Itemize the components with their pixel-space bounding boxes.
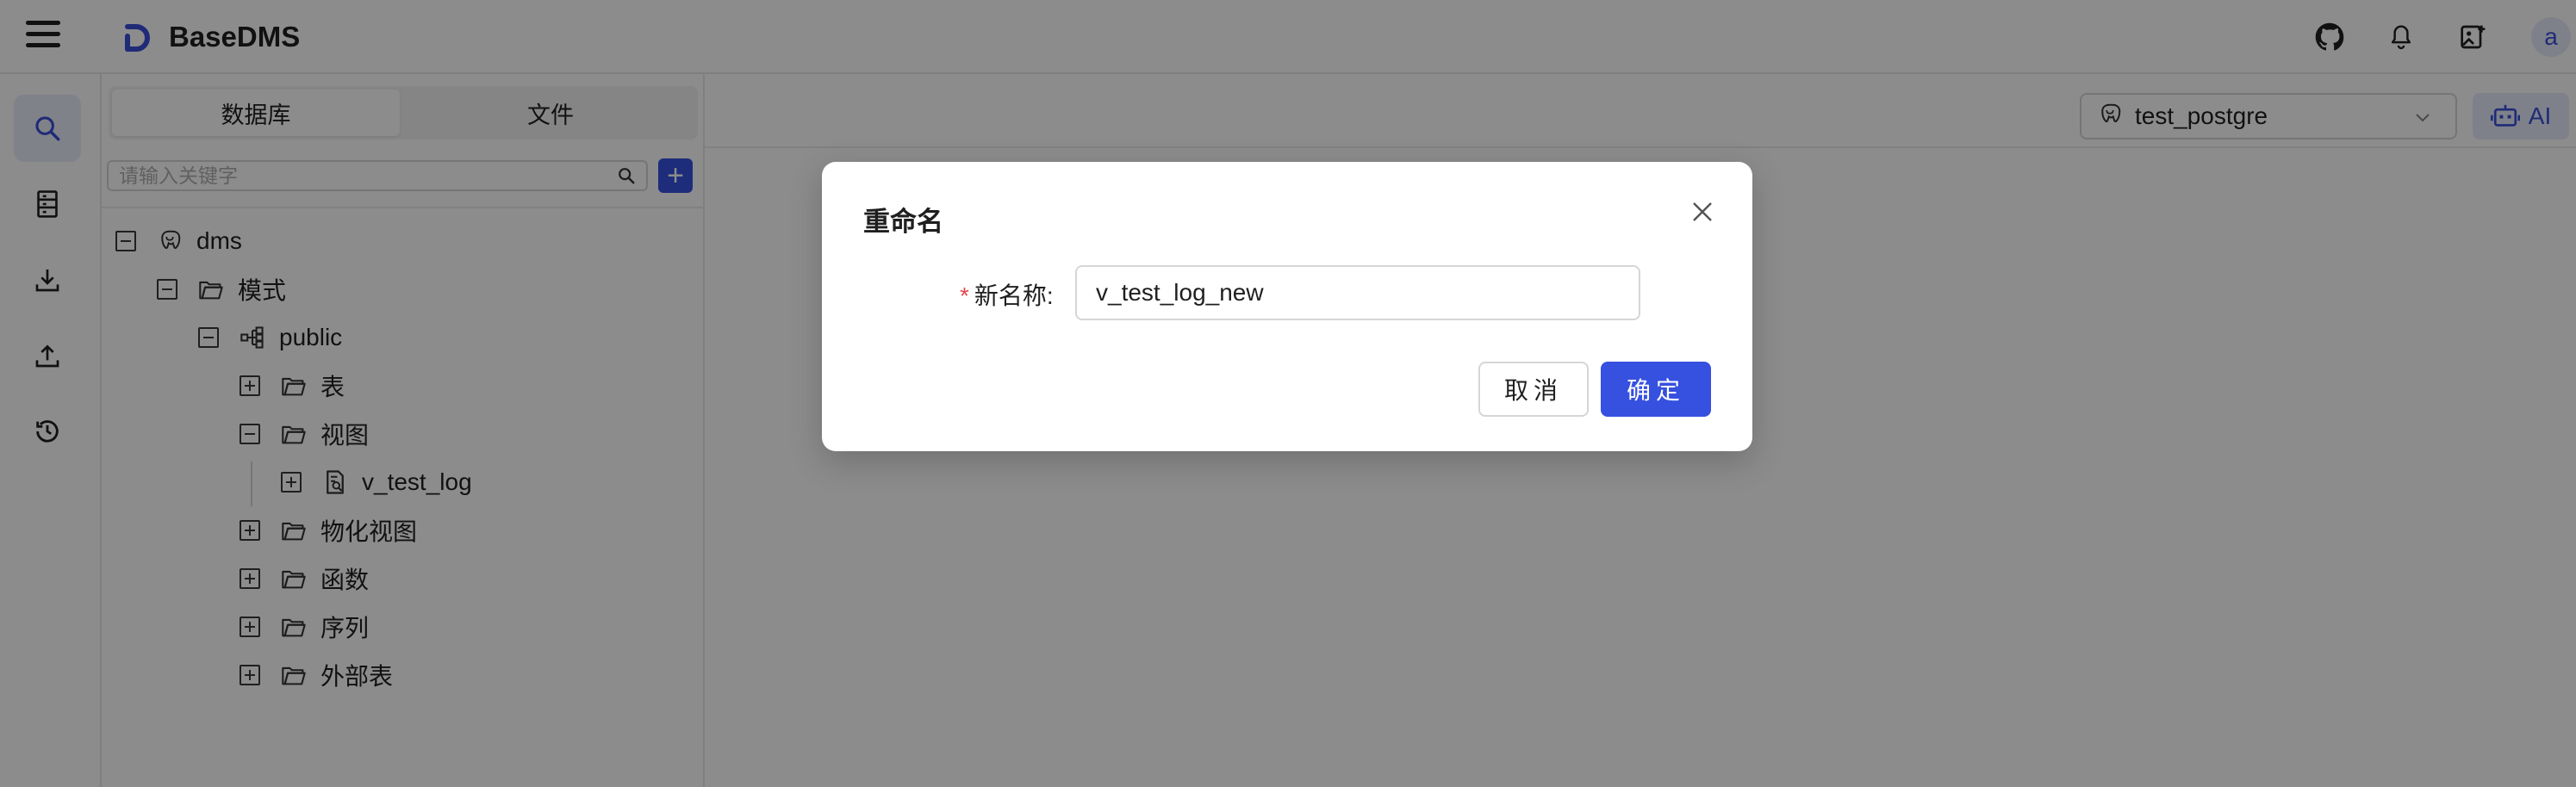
new-name-label: * 新名称:	[960, 277, 1054, 312]
app-root: BaseDMS a 数据库 文件 请输入关键字 + dms 模式 public …	[0, 0, 2576, 787]
required-mark: *	[960, 282, 969, 309]
new-name-label-text: 新名称:	[974, 282, 1054, 309]
dialog-title: 重命名	[863, 207, 943, 237]
close-icon[interactable]	[1687, 196, 1718, 227]
new-name-input[interactable]	[1075, 265, 1640, 320]
rename-dialog: 重命名 *新名称: 取消 确定	[822, 162, 1752, 451]
cancel-button[interactable]: 取消	[1478, 362, 1589, 417]
confirm-button[interactable]: 确定	[1601, 362, 1711, 417]
